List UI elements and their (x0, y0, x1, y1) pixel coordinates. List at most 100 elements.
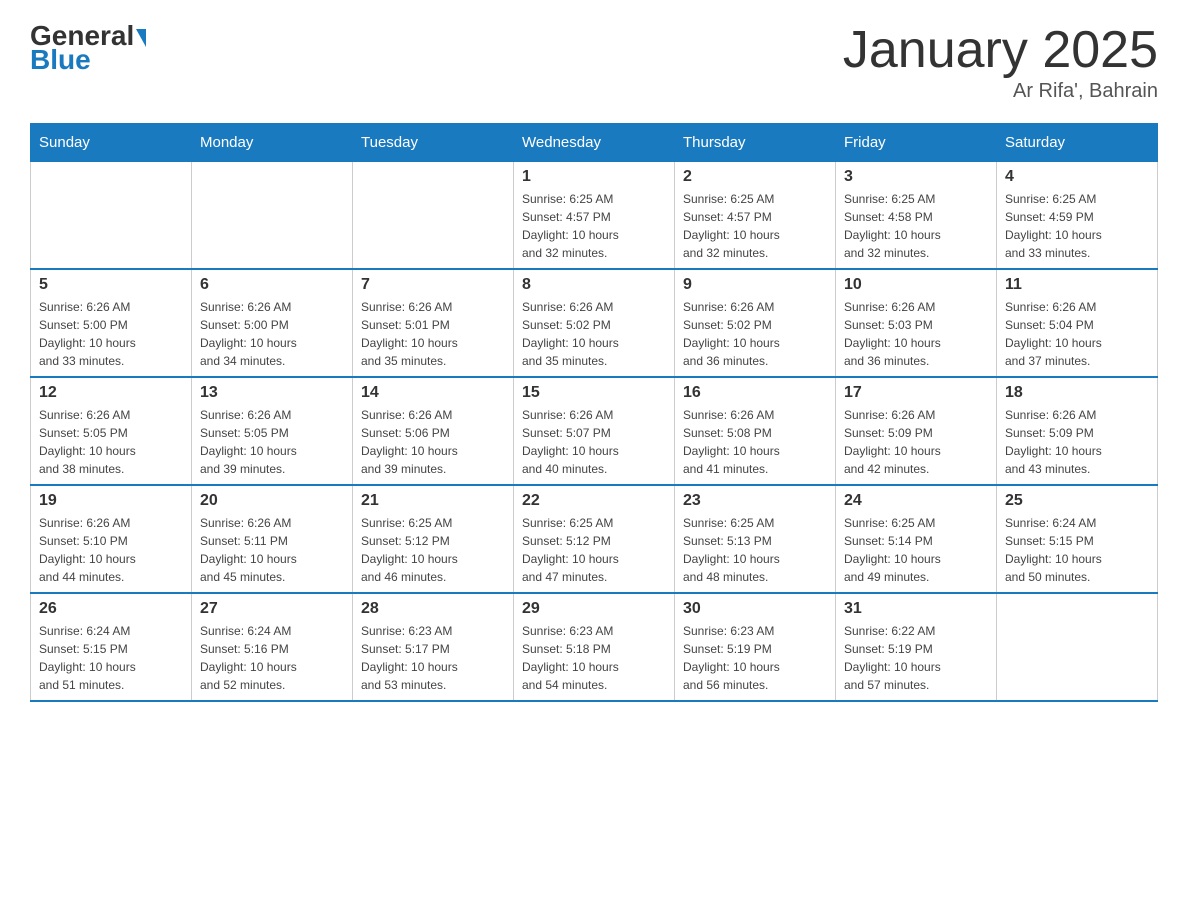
day-number: 26 (39, 600, 183, 618)
logo: General Blue (30, 20, 146, 76)
day-info: Sunrise: 6:23 AM Sunset: 5:18 PM Dayligh… (522, 622, 666, 694)
day-number: 13 (200, 384, 344, 402)
day-info: Sunrise: 6:25 AM Sunset: 5:12 PM Dayligh… (361, 514, 505, 586)
calendar-cell: 9 Sunrise: 6:26 AM Sunset: 5:02 PM Daylig… (675, 269, 836, 377)
day-number: 28 (361, 600, 505, 618)
calendar-cell: 7 Sunrise: 6:26 AM Sunset: 5:01 PM Daylig… (353, 269, 514, 377)
calendar-week-4: 26Sunrise: 6:24 AM Sunset: 5:15 PM Dayli… (31, 593, 1158, 701)
day-info: Sunrise: 6:25 AM Sunset: 5:13 PM Dayligh… (683, 514, 827, 586)
day-info: Sunrise: 6:26 AM Sunset: 5:00 PM Dayligh… (200, 298, 344, 370)
calendar-cell: 18 Sunrise: 6:26 AM Sunset: 5:09 PM Dayli… (997, 377, 1158, 485)
calendar-header: SundayMondayTuesdayWednesdayThursdayFrid… (31, 124, 1158, 162)
calendar-cell (997, 593, 1158, 701)
calendar-cell: 25 Sunrise: 6:24 AM Sunset: 5:15 PM Dayli… (997, 485, 1158, 593)
day-number: 27 (200, 600, 344, 618)
calendar-cell: 5Sunrise: 6:26 AM Sunset: 5:00 PM Daylig… (31, 269, 192, 377)
logo-blue-text: Blue (30, 44, 91, 76)
day-number: 7 (361, 276, 505, 294)
day-number: 31 (844, 600, 988, 618)
day-header-wednesday: Wednesday (514, 124, 675, 162)
day-number: 19 (39, 492, 183, 510)
day-number: 3 (844, 168, 988, 186)
calendar-cell: 2 Sunrise: 6:25 AM Sunset: 4:57 PM Daylig… (675, 162, 836, 270)
day-number: 30 (683, 600, 827, 618)
day-info: Sunrise: 6:26 AM Sunset: 5:06 PM Dayligh… (361, 406, 505, 478)
day-number: 24 (844, 492, 988, 510)
day-info: Sunrise: 6:23 AM Sunset: 5:19 PM Dayligh… (683, 622, 827, 694)
calendar-week-3: 19 Sunrise: 6:26 AM Sunset: 5:10 PM Dayli… (31, 485, 1158, 593)
day-info: Sunrise: 6:26 AM Sunset: 5:04 PM Dayligh… (1005, 298, 1149, 370)
day-info: Sunrise: 6:26 AM Sunset: 5:09 PM Dayligh… (844, 406, 988, 478)
calendar-cell: 4Sunrise: 6:25 AM Sunset: 4:59 PM Daylig… (997, 162, 1158, 270)
calendar-cell: 21 Sunrise: 6:25 AM Sunset: 5:12 PM Dayli… (353, 485, 514, 593)
location: Ar Rifa', Bahrain (843, 80, 1158, 103)
calendar-cell: 17 Sunrise: 6:26 AM Sunset: 5:09 PM Dayli… (836, 377, 997, 485)
calendar-cell: 8 Sunrise: 6:26 AM Sunset: 5:02 PM Daylig… (514, 269, 675, 377)
day-info: Sunrise: 6:25 AM Sunset: 5:12 PM Dayligh… (522, 514, 666, 586)
day-info: Sunrise: 6:25 AM Sunset: 4:57 PM Dayligh… (683, 190, 827, 262)
day-info: Sunrise: 6:26 AM Sunset: 5:01 PM Dayligh… (361, 298, 505, 370)
calendar-cell: 31Sunrise: 6:22 AM Sunset: 5:19 PM Dayli… (836, 593, 997, 701)
day-number: 16 (683, 384, 827, 402)
calendar-cell: 30 Sunrise: 6:23 AM Sunset: 5:19 PM Dayli… (675, 593, 836, 701)
day-info: Sunrise: 6:23 AM Sunset: 5:17 PM Dayligh… (361, 622, 505, 694)
day-header-sunday: Sunday (31, 124, 192, 162)
day-info: Sunrise: 6:25 AM Sunset: 4:57 PM Dayligh… (522, 190, 666, 262)
day-info: Sunrise: 6:26 AM Sunset: 5:02 PM Dayligh… (522, 298, 666, 370)
day-info: Sunrise: 6:26 AM Sunset: 5:02 PM Dayligh… (683, 298, 827, 370)
calendar-cell (353, 162, 514, 270)
day-header-thursday: Thursday (675, 124, 836, 162)
calendar-table: SundayMondayTuesdayWednesdayThursdayFrid… (30, 123, 1158, 702)
month-title: January 2025 (843, 20, 1158, 80)
day-info: Sunrise: 6:25 AM Sunset: 4:58 PM Dayligh… (844, 190, 988, 262)
day-number: 9 (683, 276, 827, 294)
day-info: Sunrise: 6:26 AM Sunset: 5:05 PM Dayligh… (39, 406, 183, 478)
day-info: Sunrise: 6:25 AM Sunset: 5:14 PM Dayligh… (844, 514, 988, 586)
day-info: Sunrise: 6:25 AM Sunset: 4:59 PM Dayligh… (1005, 190, 1149, 262)
calendar-cell: 26Sunrise: 6:24 AM Sunset: 5:15 PM Dayli… (31, 593, 192, 701)
calendar-cell: 6 Sunrise: 6:26 AM Sunset: 5:00 PM Daylig… (192, 269, 353, 377)
day-number: 22 (522, 492, 666, 510)
day-number: 29 (522, 600, 666, 618)
day-info: Sunrise: 6:26 AM Sunset: 5:11 PM Dayligh… (200, 514, 344, 586)
day-info: Sunrise: 6:26 AM Sunset: 5:05 PM Dayligh… (200, 406, 344, 478)
day-header-friday: Friday (836, 124, 997, 162)
day-header-tuesday: Tuesday (353, 124, 514, 162)
day-number: 18 (1005, 384, 1149, 402)
calendar-cell: 15Sunrise: 6:26 AM Sunset: 5:07 PM Dayli… (514, 377, 675, 485)
day-number: 6 (200, 276, 344, 294)
day-number: 5 (39, 276, 183, 294)
day-number: 25 (1005, 492, 1149, 510)
day-number: 17 (844, 384, 988, 402)
day-number: 2 (683, 168, 827, 186)
day-info: Sunrise: 6:26 AM Sunset: 5:03 PM Dayligh… (844, 298, 988, 370)
calendar-week-2: 12Sunrise: 6:26 AM Sunset: 5:05 PM Dayli… (31, 377, 1158, 485)
day-header-saturday: Saturday (997, 124, 1158, 162)
day-info: Sunrise: 6:26 AM Sunset: 5:08 PM Dayligh… (683, 406, 827, 478)
calendar-cell: 19 Sunrise: 6:26 AM Sunset: 5:10 PM Dayli… (31, 485, 192, 593)
calendar-cell: 10Sunrise: 6:26 AM Sunset: 5:03 PM Dayli… (836, 269, 997, 377)
calendar-cell: 12Sunrise: 6:26 AM Sunset: 5:05 PM Dayli… (31, 377, 192, 485)
day-header-monday: Monday (192, 124, 353, 162)
day-number: 23 (683, 492, 827, 510)
calendar-cell: 28 Sunrise: 6:23 AM Sunset: 5:17 PM Dayli… (353, 593, 514, 701)
day-number: 21 (361, 492, 505, 510)
day-number: 8 (522, 276, 666, 294)
day-info: Sunrise: 6:26 AM Sunset: 5:10 PM Dayligh… (39, 514, 183, 586)
calendar-body: 1Sunrise: 6:25 AM Sunset: 4:57 PM Daylig… (31, 162, 1158, 702)
title-section: January 2025 Ar Rifa', Bahrain (843, 20, 1158, 103)
day-info: Sunrise: 6:24 AM Sunset: 5:15 PM Dayligh… (1005, 514, 1149, 586)
calendar-week-0: 1Sunrise: 6:25 AM Sunset: 4:57 PM Daylig… (31, 162, 1158, 270)
calendar-cell: 13 Sunrise: 6:26 AM Sunset: 5:05 PM Dayli… (192, 377, 353, 485)
calendar-cell: 14Sunrise: 6:26 AM Sunset: 5:06 PM Dayli… (353, 377, 514, 485)
page-header: General Blue January 2025 Ar Rifa', Bahr… (30, 20, 1158, 103)
calendar-cell: 24 Sunrise: 6:25 AM Sunset: 5:14 PM Dayli… (836, 485, 997, 593)
calendar-week-1: 5 Sunrise: 6:26 AM Sunset: 5:00 PM Daylig… (31, 269, 1158, 377)
calendar-cell: 20Sunrise: 6:26 AM Sunset: 5:11 PM Dayli… (192, 485, 353, 593)
calendar-cell: 16 Sunrise: 6:26 AM Sunset: 5:08 PM Dayli… (675, 377, 836, 485)
calendar-cell: 22 Sunrise: 6:25 AM Sunset: 5:12 PM Dayli… (514, 485, 675, 593)
day-info: Sunrise: 6:26 AM Sunset: 5:09 PM Dayligh… (1005, 406, 1149, 478)
calendar-cell: 23 Sunrise: 6:25 AM Sunset: 5:13 PM Dayli… (675, 485, 836, 593)
calendar-cell: 29 Sunrise: 6:23 AM Sunset: 5:18 PM Dayli… (514, 593, 675, 701)
calendar-cell (192, 162, 353, 270)
